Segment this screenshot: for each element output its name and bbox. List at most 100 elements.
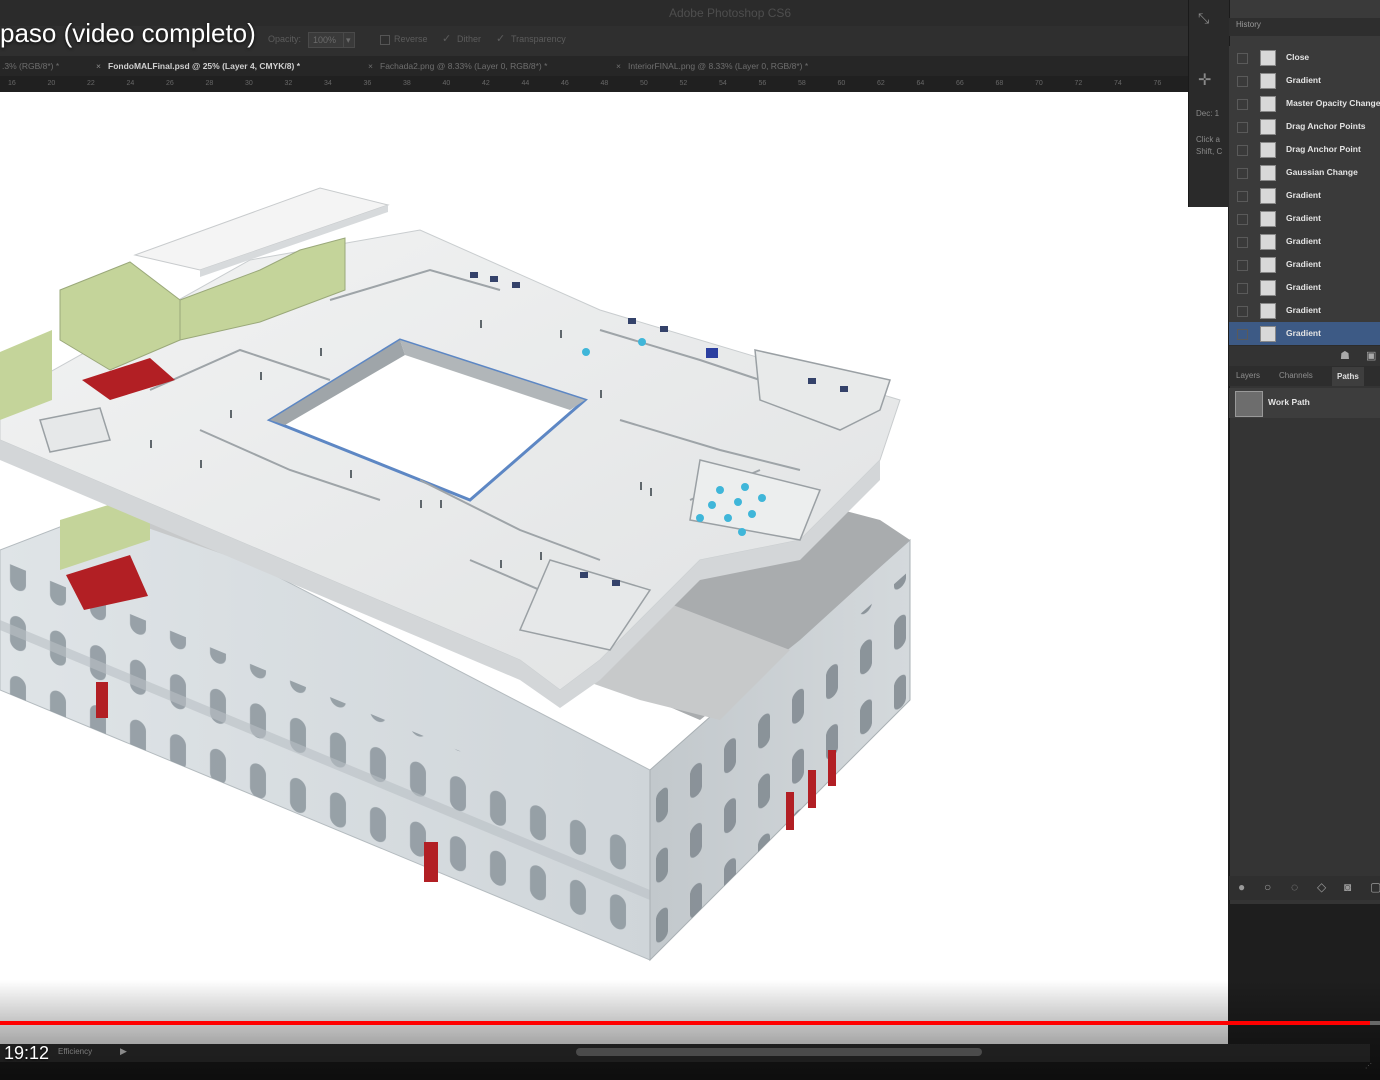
ruler-tick-label: 72 — [1074, 80, 1083, 87]
gradient-tool-icon — [1260, 211, 1276, 227]
tab-layers[interactable]: Layers — [1236, 371, 1260, 380]
ruler-tick-label: 32 — [284, 80, 293, 87]
history-source-icon[interactable] — [1237, 306, 1248, 317]
make-work-path-icon[interactable]: ◇ — [1317, 880, 1326, 894]
document-state-icon — [1260, 96, 1276, 112]
tab-paths[interactable]: Paths — [1332, 367, 1364, 386]
ruler-tick-label: 44 — [521, 80, 530, 87]
tool-dock-line: Shift, C — [1196, 147, 1223, 156]
opacity-label: Opacity: — [268, 34, 302, 44]
tab-channels[interactable]: Channels — [1279, 371, 1313, 380]
ruler-tick-label: 26 — [166, 80, 174, 87]
video-current-time: 19:12 — [4, 1043, 50, 1063]
gradient-tool-icon — [1260, 326, 1276, 342]
horizontal-scrollbar[interactable] — [576, 1048, 982, 1056]
ruler-tick-label: 52 — [679, 80, 688, 87]
history-source-icon[interactable] — [1237, 260, 1248, 271]
ruler-tick-label: 20 — [47, 80, 56, 87]
transparency-check-icon[interactable]: ✓ — [496, 32, 505, 45]
gradient-tool-icon — [1260, 234, 1276, 250]
load-selection-icon[interactable]: ◌ — [1291, 880, 1298, 894]
ruler-tick-label: 56 — [758, 80, 767, 87]
resize-grip-icon[interactable]: ⋰ — [1365, 1062, 1372, 1070]
video-title[interactable]: paso (video completo) — [0, 18, 256, 49]
history-source-icon[interactable] — [1237, 53, 1248, 64]
ruler-tick-label: 30 — [245, 80, 253, 87]
new-path-icon[interactable]: ▢ — [1370, 880, 1380, 894]
dither-label: Dither — [457, 34, 482, 44]
ruler-tick-label: 28 — [205, 80, 214, 87]
ruler-tick-label: 34 — [324, 80, 332, 87]
ruler-tick-label: 58 — [798, 80, 806, 87]
new-snapshot-icon[interactable]: ☗ — [1340, 349, 1350, 362]
ruler-tick-label: 76 — [1153, 80, 1162, 87]
history-footer — [1229, 346, 1380, 368]
history-source-icon[interactable] — [1237, 283, 1248, 294]
close-icon[interactable]: × — [368, 58, 373, 74]
gradient-tool-icon — [1260, 280, 1276, 296]
tool-dock-line: Click a — [1196, 135, 1221, 144]
ruler-tick-label: 16 — [8, 80, 16, 87]
history-item-label: Gradient — [1286, 75, 1321, 85]
doc-tab-fondomalfinal[interactable]: FondoMALFinal.psd @ 25% (Layer 4, CMYK/8… — [108, 58, 300, 74]
history-source-icon[interactable] — [1237, 214, 1248, 225]
doc-tab-fachada2[interactable]: Fachada2.png @ 8.33% (Layer 0, RGB/8*) * — [380, 58, 547, 74]
ruler-tick-label: 36 — [363, 80, 372, 87]
history-item-label: Gradient — [1286, 305, 1321, 315]
doc-tab-1[interactable]: .3% (RGB/8*) * — [2, 58, 59, 74]
status-menu-arrow-icon[interactable]: ▶ — [120, 1046, 127, 1057]
reverse-checkbox[interactable] — [380, 35, 390, 45]
add-mask-icon[interactable]: ◙ — [1344, 880, 1351, 894]
gradient-tool-icon — [1260, 188, 1276, 204]
history-item-label: Gradient — [1286, 190, 1321, 200]
gradient-tool-icon — [1260, 303, 1276, 319]
document-state-icon — [1260, 165, 1276, 181]
ruler-tick-label: 24 — [126, 80, 135, 87]
ruler-tick-label: 70 — [1035, 80, 1043, 87]
history-source-icon[interactable] — [1237, 191, 1248, 202]
ruler-tick-label: 68 — [995, 80, 1004, 87]
opacity-dropdown-arrow-icon[interactable]: ▾ — [343, 32, 355, 48]
move-tool-icon[interactable]: ✛ — [1198, 70, 1211, 90]
history-source-icon[interactable] — [1237, 145, 1248, 156]
history-item-label: Gradient — [1286, 259, 1321, 269]
ruler-tick-label: 22 — [87, 80, 95, 87]
history-source-icon[interactable] — [1237, 99, 1248, 110]
ruler-tick-label: 66 — [956, 80, 964, 87]
dither-check-icon[interactable]: ✓ — [442, 32, 451, 45]
transparency-label: Transparency — [511, 34, 566, 44]
history-source-icon[interactable] — [1237, 122, 1248, 133]
ruler-tick-label: 42 — [482, 80, 490, 87]
ruler-tick-label: 48 — [600, 80, 609, 87]
tool-dock-line: Dec: 1 — [1196, 109, 1220, 118]
status-text: Efficiency — [58, 1047, 93, 1056]
document-canvas[interactable] — [0, 92, 1228, 1044]
new-document-icon[interactable]: ▣ — [1366, 349, 1376, 362]
doc-tab-interiorfinal[interactable]: InteriorFINAL.png @ 8.33% (Layer 0, RGB/… — [628, 58, 808, 74]
document-state-icon — [1260, 142, 1276, 158]
tool-dock-info: Dec: 1 Click a Shift, C — [1196, 108, 1222, 158]
video-controls-shade — [0, 980, 1380, 1080]
history-source-icon[interactable] — [1237, 237, 1248, 248]
history-item-label: Drag Anchor Points — [1286, 121, 1366, 131]
paths-panel — [1229, 366, 1380, 904]
ruler-tick-label: 38 — [403, 80, 411, 87]
fill-path-icon[interactable]: ● — [1238, 880, 1245, 894]
history-source-icon[interactable] — [1237, 329, 1248, 340]
close-icon[interactable]: × — [96, 58, 101, 74]
history-source-icon[interactable] — [1237, 168, 1248, 179]
ruler-tick-label: 60 — [837, 80, 846, 87]
stroke-path-icon[interactable]: ○ — [1264, 880, 1271, 894]
path-name[interactable]: Work Path — [1268, 397, 1310, 407]
ruler-tick-label: 46 — [561, 80, 569, 87]
brush-tool-icon[interactable]: ⤡ — [1198, 10, 1209, 27]
document-state-icon — [1260, 73, 1276, 89]
history-tab[interactable]: History — [1236, 20, 1261, 29]
history-source-icon[interactable] — [1237, 76, 1248, 87]
history-item-label: Gradient — [1286, 328, 1321, 338]
history-item-label: Gradient — [1286, 236, 1321, 246]
ruler-tick-label: 54 — [719, 80, 727, 87]
close-icon[interactable]: × — [616, 58, 621, 74]
document-state-icon — [1260, 119, 1276, 135]
history-item-label: Gradient — [1286, 282, 1321, 292]
